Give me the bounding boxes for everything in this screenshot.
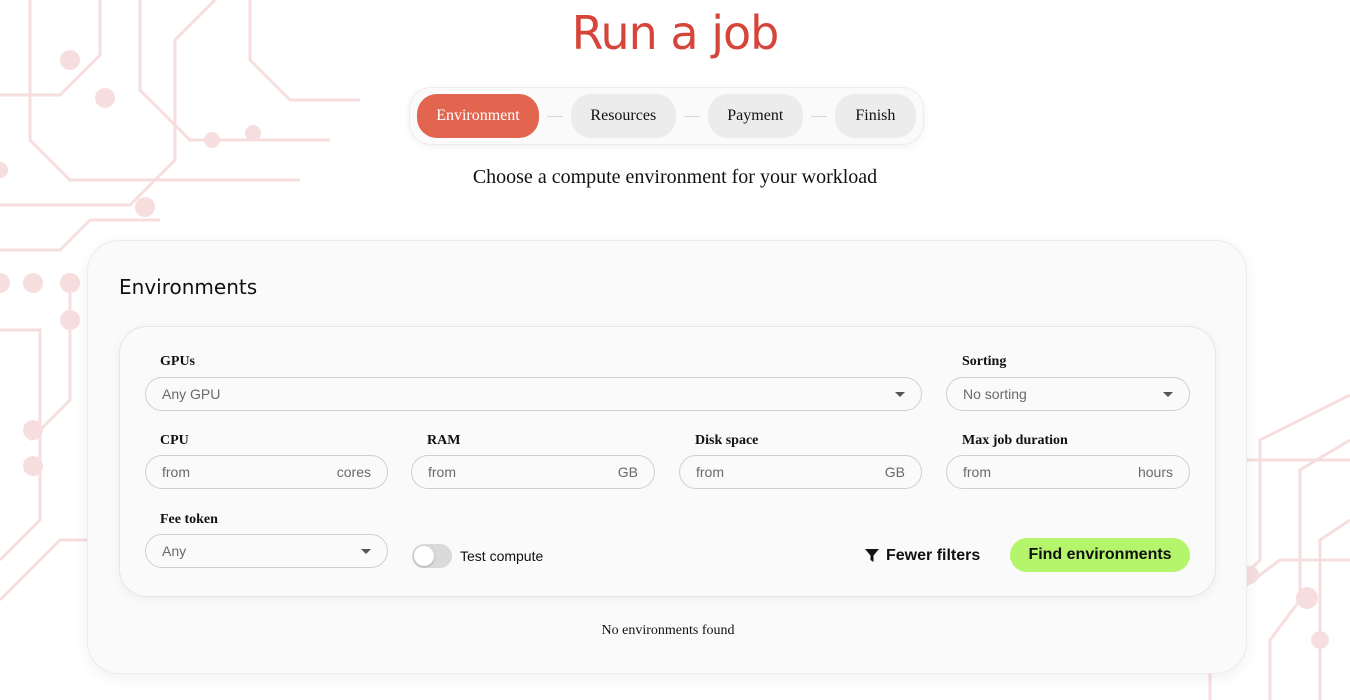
step-payment[interactable]: Payment bbox=[707, 94, 803, 138]
gpu-select-value: Any GPU bbox=[162, 386, 221, 402]
environments-title: Environments bbox=[119, 275, 258, 299]
fewer-filters-label: Fewer filters bbox=[886, 547, 981, 564]
fewer-filters-button[interactable]: Fewer filters bbox=[865, 545, 980, 567]
fee-token-label: Fee token bbox=[160, 512, 218, 527]
sorting-select[interactable]: No sorting bbox=[946, 377, 1190, 411]
step-environment[interactable]: Environment bbox=[417, 94, 539, 138]
ram-input[interactable]: from GB bbox=[411, 455, 655, 489]
max-duration-label: Max job duration bbox=[962, 433, 1068, 448]
cpu-label: CPU bbox=[160, 433, 189, 448]
sorting-select-value: No sorting bbox=[963, 386, 1027, 402]
max-duration-input[interactable]: from hours bbox=[946, 455, 1190, 489]
disk-unit: GB bbox=[884, 464, 905, 480]
empty-state-message: No environments found bbox=[601, 623, 735, 638]
fee-token-value: Any bbox=[162, 543, 187, 559]
cpu-placeholder: from bbox=[162, 464, 190, 480]
chevron-down-icon bbox=[1163, 391, 1173, 397]
step-separator bbox=[546, 115, 563, 117]
step-resources[interactable]: Resources bbox=[570, 94, 676, 138]
step-separator bbox=[683, 115, 700, 117]
disk-space-input[interactable]: from GB bbox=[679, 455, 922, 489]
filter-funnel-icon bbox=[865, 549, 879, 562]
disk-placeholder: from bbox=[696, 464, 724, 480]
fee-token-select[interactable]: Any bbox=[145, 534, 388, 568]
ram-placeholder: from bbox=[428, 464, 456, 480]
gpu-select[interactable]: Any GPU bbox=[145, 377, 922, 411]
wizard-stepper: Environment Resources Payment Finish bbox=[409, 87, 924, 145]
filters-panel: GPUs Any GPU Sorting No sorting CPU from… bbox=[119, 326, 1216, 597]
page-title: Run a job bbox=[571, 6, 780, 60]
toggle-knob bbox=[414, 546, 434, 566]
test-compute-label: Test compute bbox=[460, 548, 544, 564]
chevron-down-icon bbox=[895, 391, 905, 397]
disk-space-label: Disk space bbox=[695, 433, 759, 448]
chevron-down-icon bbox=[361, 548, 371, 554]
cpu-input[interactable]: from cores bbox=[145, 455, 388, 489]
page-subtitle: Choose a compute environment for your wo… bbox=[472, 166, 878, 188]
step-finish[interactable]: Finish bbox=[834, 94, 916, 138]
duration-unit: hours bbox=[1137, 464, 1173, 480]
find-environments-button[interactable]: Find environments bbox=[1010, 538, 1190, 572]
ram-label: RAM bbox=[427, 433, 461, 448]
duration-placeholder: from bbox=[963, 464, 991, 480]
sorting-label: Sorting bbox=[962, 354, 1007, 369]
gpus-label: GPUs bbox=[160, 354, 195, 369]
ram-unit: GB bbox=[617, 464, 638, 480]
test-compute-toggle[interactable] bbox=[412, 544, 452, 568]
cpu-unit: cores bbox=[336, 464, 371, 480]
step-separator bbox=[810, 115, 827, 117]
environments-card: Environments GPUs Any GPU Sorting No sor… bbox=[87, 240, 1247, 674]
